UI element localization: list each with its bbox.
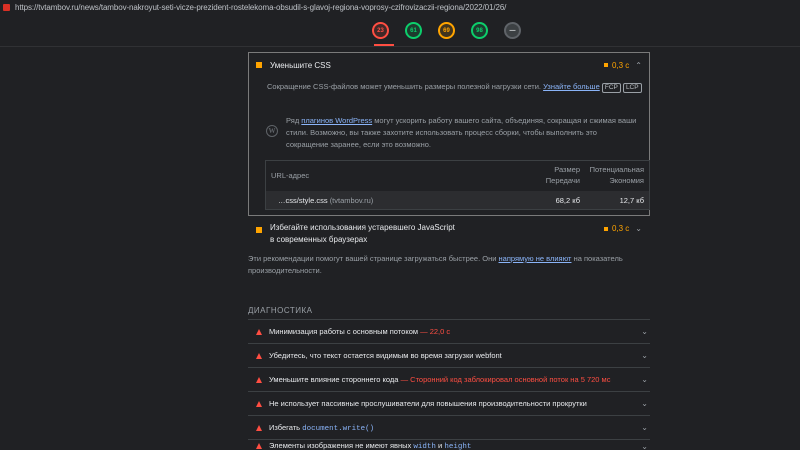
learn-more-link[interactable]: Узнайте больше <box>543 82 600 91</box>
pwa-gauge[interactable]: — <box>504 22 521 39</box>
minify-css-header[interactable]: Уменьшите CSS 0,3 с ⌃ <box>248 58 650 72</box>
diagnostic-label: Избегать <box>269 422 301 432</box>
row-url-path: …css/style.css <box>278 196 328 205</box>
note-text-1: Эти рекомендации помогут вашей странице … <box>248 254 497 263</box>
warning-square-icon <box>256 62 262 68</box>
audit-title: Избегайте использования устаревшего Java… <box>270 223 455 244</box>
accessibility-gauge[interactable]: 61 <box>405 22 422 39</box>
audit-saving: 0,3 с <box>603 224 630 233</box>
description-text: Сокращение CSS-файлов может уменьшить ра… <box>267 82 541 91</box>
row-saving: 12,7 кб <box>619 196 644 205</box>
warning-triangle-icon <box>256 400 262 407</box>
diagnostic-text: Уменьшите влияние стороннего кода — Стор… <box>269 375 635 384</box>
diagnostic-code: document.write() <box>302 424 375 433</box>
chevron-down-icon[interactable]: ⌄ <box>635 224 642 233</box>
diagnostic-text: Избегать document.write() <box>269 423 635 433</box>
lcp-chip: LCP <box>622 83 642 93</box>
diagnostic-value: — Сторонний код заблокировал основной по… <box>400 375 611 384</box>
saving-value: 0,3 с <box>611 60 630 70</box>
chevron-down-icon[interactable]: ⌄ <box>641 327 648 336</box>
diagnostic-and: и <box>438 441 443 450</box>
diagnostic-label: Убедитесь, что текст остается видимым во… <box>269 351 502 360</box>
diagnostic-label: Минимизация работы с основным потоком <box>269 327 419 336</box>
col-url: URL-адрес <box>271 171 310 180</box>
diagnostic-item[interactable]: Избегать document.write() ⌄ <box>248 416 650 439</box>
diagnostic-value: — 22,0 с <box>420 327 451 336</box>
audit-description: Сокращение CSS-файлов может уменьшить ра… <box>267 81 647 93</box>
audit-saving: 0,3 с <box>603 60 630 70</box>
not-directly-affect-link[interactable]: напрямую не влияют <box>499 254 572 263</box>
opportunities-note: Эти рекомендации помогут вашей странице … <box>248 253 650 277</box>
diagnostic-code-width: width <box>413 443 436 450</box>
address-bar[interactable]: https://tvtambov.ru/news/tambov-nakroyut… <box>0 0 800 14</box>
chevron-down-icon[interactable]: ⌄ <box>641 423 648 432</box>
diagnostic-label: Уменьшите влияние стороннего кода <box>269 375 399 384</box>
diagnostic-item[interactable]: Минимизация работы с основным потоком — … <box>248 320 650 343</box>
diagnostic-text: Минимизация работы с основным потоком — … <box>269 327 635 336</box>
diagnostics-title: ДИАГНОСТИКА <box>248 306 313 315</box>
chevron-down-icon[interactable]: ⌄ <box>641 442 648 450</box>
chevron-down-icon[interactable]: ⌄ <box>641 399 648 408</box>
diagnostic-code-height: height <box>444 443 472 450</box>
chevron-down-icon[interactable]: ⌄ <box>641 375 648 384</box>
chevron-down-icon[interactable]: ⌄ <box>641 351 648 360</box>
saving-square-icon <box>603 63 608 67</box>
col-saving-line1: Потенциальная <box>589 165 644 174</box>
wp-prefix: Ряд <box>286 116 300 125</box>
warning-triangle-icon <box>256 424 262 431</box>
diagnostic-item[interactable]: Элементы изображения не имеют явных widt… <box>248 440 650 450</box>
best-practices-gauge[interactable]: 69 <box>438 22 455 39</box>
warning-square-icon <box>256 227 262 233</box>
row-size: 68,2 кб <box>555 196 580 205</box>
legacy-js-audit[interactable]: Избегайте использования устаревшего Java… <box>248 222 650 246</box>
col-size: Размер Передачи <box>528 164 580 186</box>
site-favicon-icon <box>3 3 10 11</box>
diagnostic-text: Элементы изображения не имеют явных widt… <box>269 441 635 450</box>
diagnostic-item[interactable]: Убедитесь, что текст остается видимым во… <box>248 344 650 367</box>
performance-gauge[interactable]: 23 <box>372 22 389 39</box>
seo-gauge[interactable]: 98 <box>471 22 488 39</box>
url-text[interactable]: https://tvtambov.ru/news/tambov-nakroyut… <box>15 3 506 12</box>
col-saving: Потенциальная Экономия <box>584 164 644 186</box>
row-url-host: (tvtambov.ru) <box>329 196 374 205</box>
saving-value: 0,3 с <box>611 224 630 233</box>
warning-triangle-icon <box>256 376 262 383</box>
warning-triangle-icon <box>256 443 262 449</box>
col-size-line2: Передачи <box>545 176 580 185</box>
col-size-line1: Размер <box>554 165 580 174</box>
row-url[interactable]: …css/style.css (tvtambov.ru) <box>278 196 373 205</box>
diagnostic-item[interactable]: Не использует пассивные прослушиватели д… <box>248 392 650 415</box>
wordpress-plugins-link[interactable]: плагинов WordPress <box>301 116 372 125</box>
diagnostic-item[interactable]: Уменьшите влияние стороннего кода — Стор… <box>248 368 650 391</box>
wordpress-icon: W <box>266 125 278 137</box>
warning-triangle-icon <box>256 352 262 359</box>
audit-title: Уменьшите CSS <box>270 60 331 70</box>
chevron-up-icon[interactable]: ⌃ <box>635 61 642 70</box>
score-gauges: 23 61 69 98 — <box>372 22 537 39</box>
wordpress-tip: Ряд плагинов WordPress могут ускорить ра… <box>286 115 640 151</box>
header-divider <box>0 46 800 47</box>
fcp-chip: FCP <box>601 83 621 93</box>
diagnostic-label: Не использует пассивные прослушиватели д… <box>269 399 587 408</box>
diagnostic-label: Элементы изображения не имеют явных <box>269 441 412 450</box>
saving-square-icon <box>603 226 608 231</box>
resource-table: URL-адрес Размер Передачи Потенциальная … <box>265 160 650 210</box>
col-saving-line2: Экономия <box>609 176 644 185</box>
warning-triangle-icon <box>256 328 262 335</box>
table-row[interactable]: …css/style.css (tvtambov.ru) 68,2 кб 12,… <box>266 191 649 209</box>
